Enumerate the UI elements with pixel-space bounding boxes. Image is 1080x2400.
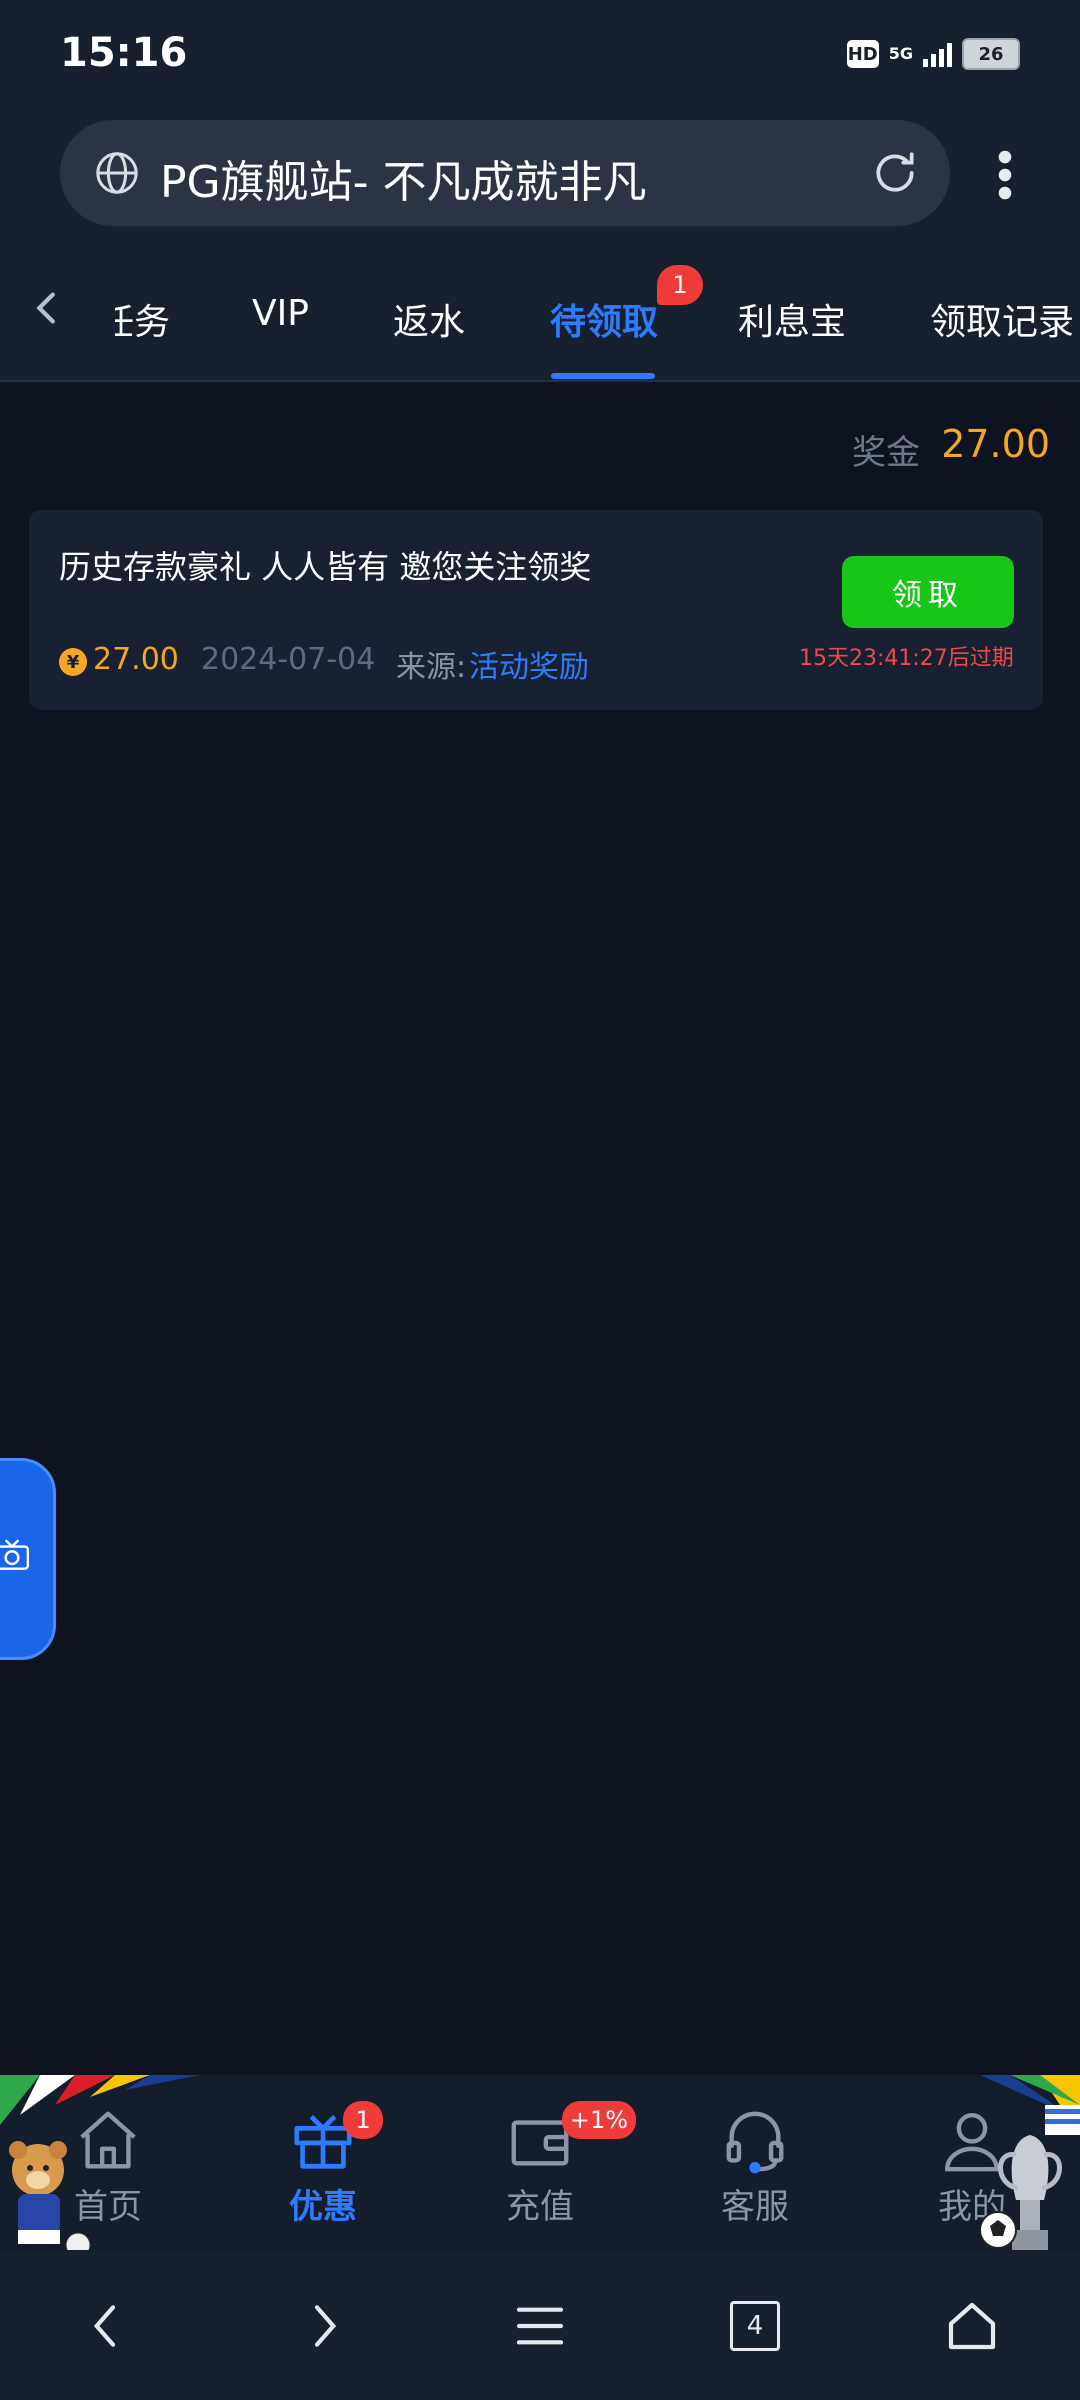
reward-card: 历史存款豪礼 人人皆有 邀您关注领奖 领取 15天23:41:27后过期 ¥ 2… (29, 510, 1043, 710)
headset-icon (726, 2111, 784, 2174)
more-menu-icon[interactable] (990, 148, 1020, 202)
tab-vip[interactable]: VIP (252, 293, 309, 334)
nav-deposit-label: 充值 (506, 2187, 574, 2227)
forward-arrow-icon[interactable] (296, 2298, 352, 2354)
tv-icon (0, 1539, 30, 1570)
home-button-icon[interactable] (944, 2298, 1000, 2354)
reward-amount: 27.00 (93, 642, 179, 677)
tabs-count-icon[interactable]: 4 (730, 2301, 780, 2351)
battery-icon: 26 (962, 38, 1020, 70)
tab-interest[interactable]: 利息宝 (738, 293, 846, 345)
claim-button[interactable]: 领取 (842, 556, 1014, 628)
reward-title: 历史存款豪礼 人人皆有 邀您关注领奖 (59, 548, 592, 586)
back-arrow-icon[interactable] (78, 2298, 134, 2354)
reload-icon[interactable] (870, 148, 920, 198)
nav-promotions-label: 优惠 (289, 2187, 357, 2227)
tab-rebate[interactable]: 返水 (393, 293, 465, 345)
nav-support[interactable]: 客服 (695, 2105, 815, 2245)
menu-icon[interactable] (512, 2298, 568, 2354)
status-icons: HD 5G 26 (846, 38, 1020, 70)
address-bar[interactable]: PG旗舰站- 不凡成就非凡 (60, 120, 950, 226)
bonus-value: 27.00 (941, 422, 1050, 466)
coin-icon: ¥ (59, 648, 87, 676)
tab-pending[interactable]: 待领取 (550, 293, 658, 345)
floating-tv-button[interactable] (0, 1458, 56, 1660)
expire-countdown: 15天23:41:27后过期 (799, 646, 1014, 671)
trophy-icon (980, 2135, 1062, 2250)
promotions-badge: 1 (343, 2101, 383, 2139)
nav-deposit[interactable]: 充值 +1% (480, 2101, 636, 2245)
network-type: 5G (888, 44, 913, 63)
system-nav-bar: 4 (0, 2250, 1080, 2400)
reward-date: 2024-07-04 (201, 642, 376, 677)
nav-promotions[interactable]: 优惠 1 (263, 2101, 383, 2245)
tab-bar: 任务 VIP 返水 待领取 1 利息宝 领取记录 (0, 235, 1080, 382)
globe-icon (96, 152, 138, 194)
source-value[interactable]: 活动奖励 (469, 642, 589, 686)
signal-icon (923, 41, 952, 67)
tab-task[interactable]: 任务 (115, 293, 170, 343)
browser-bar: PG旗舰站- 不凡成就非凡 (0, 110, 1080, 235)
deposit-badge: +1% (562, 2101, 636, 2139)
bonus-label: 奖金 (852, 433, 920, 473)
status-bar: 15:16 HD 5G 26 (0, 0, 1080, 110)
mascot-bear-icon (9, 2141, 91, 2258)
active-tab-indicator (551, 373, 655, 379)
nav-support-label: 客服 (721, 2187, 789, 2227)
chevron-left-icon[interactable] (24, 285, 70, 331)
status-time: 15:16 (60, 30, 188, 76)
tab-claim-history[interactable]: 领取记录 (930, 293, 1074, 345)
source-label: 来源: (396, 650, 467, 685)
tab-pending-badge: 1 (657, 265, 703, 305)
page-title[interactable]: PG旗舰站- 不凡成就非凡 (160, 146, 647, 210)
hd-icon: HD (846, 40, 879, 68)
tab-task-label: 任务 (115, 302, 170, 343)
